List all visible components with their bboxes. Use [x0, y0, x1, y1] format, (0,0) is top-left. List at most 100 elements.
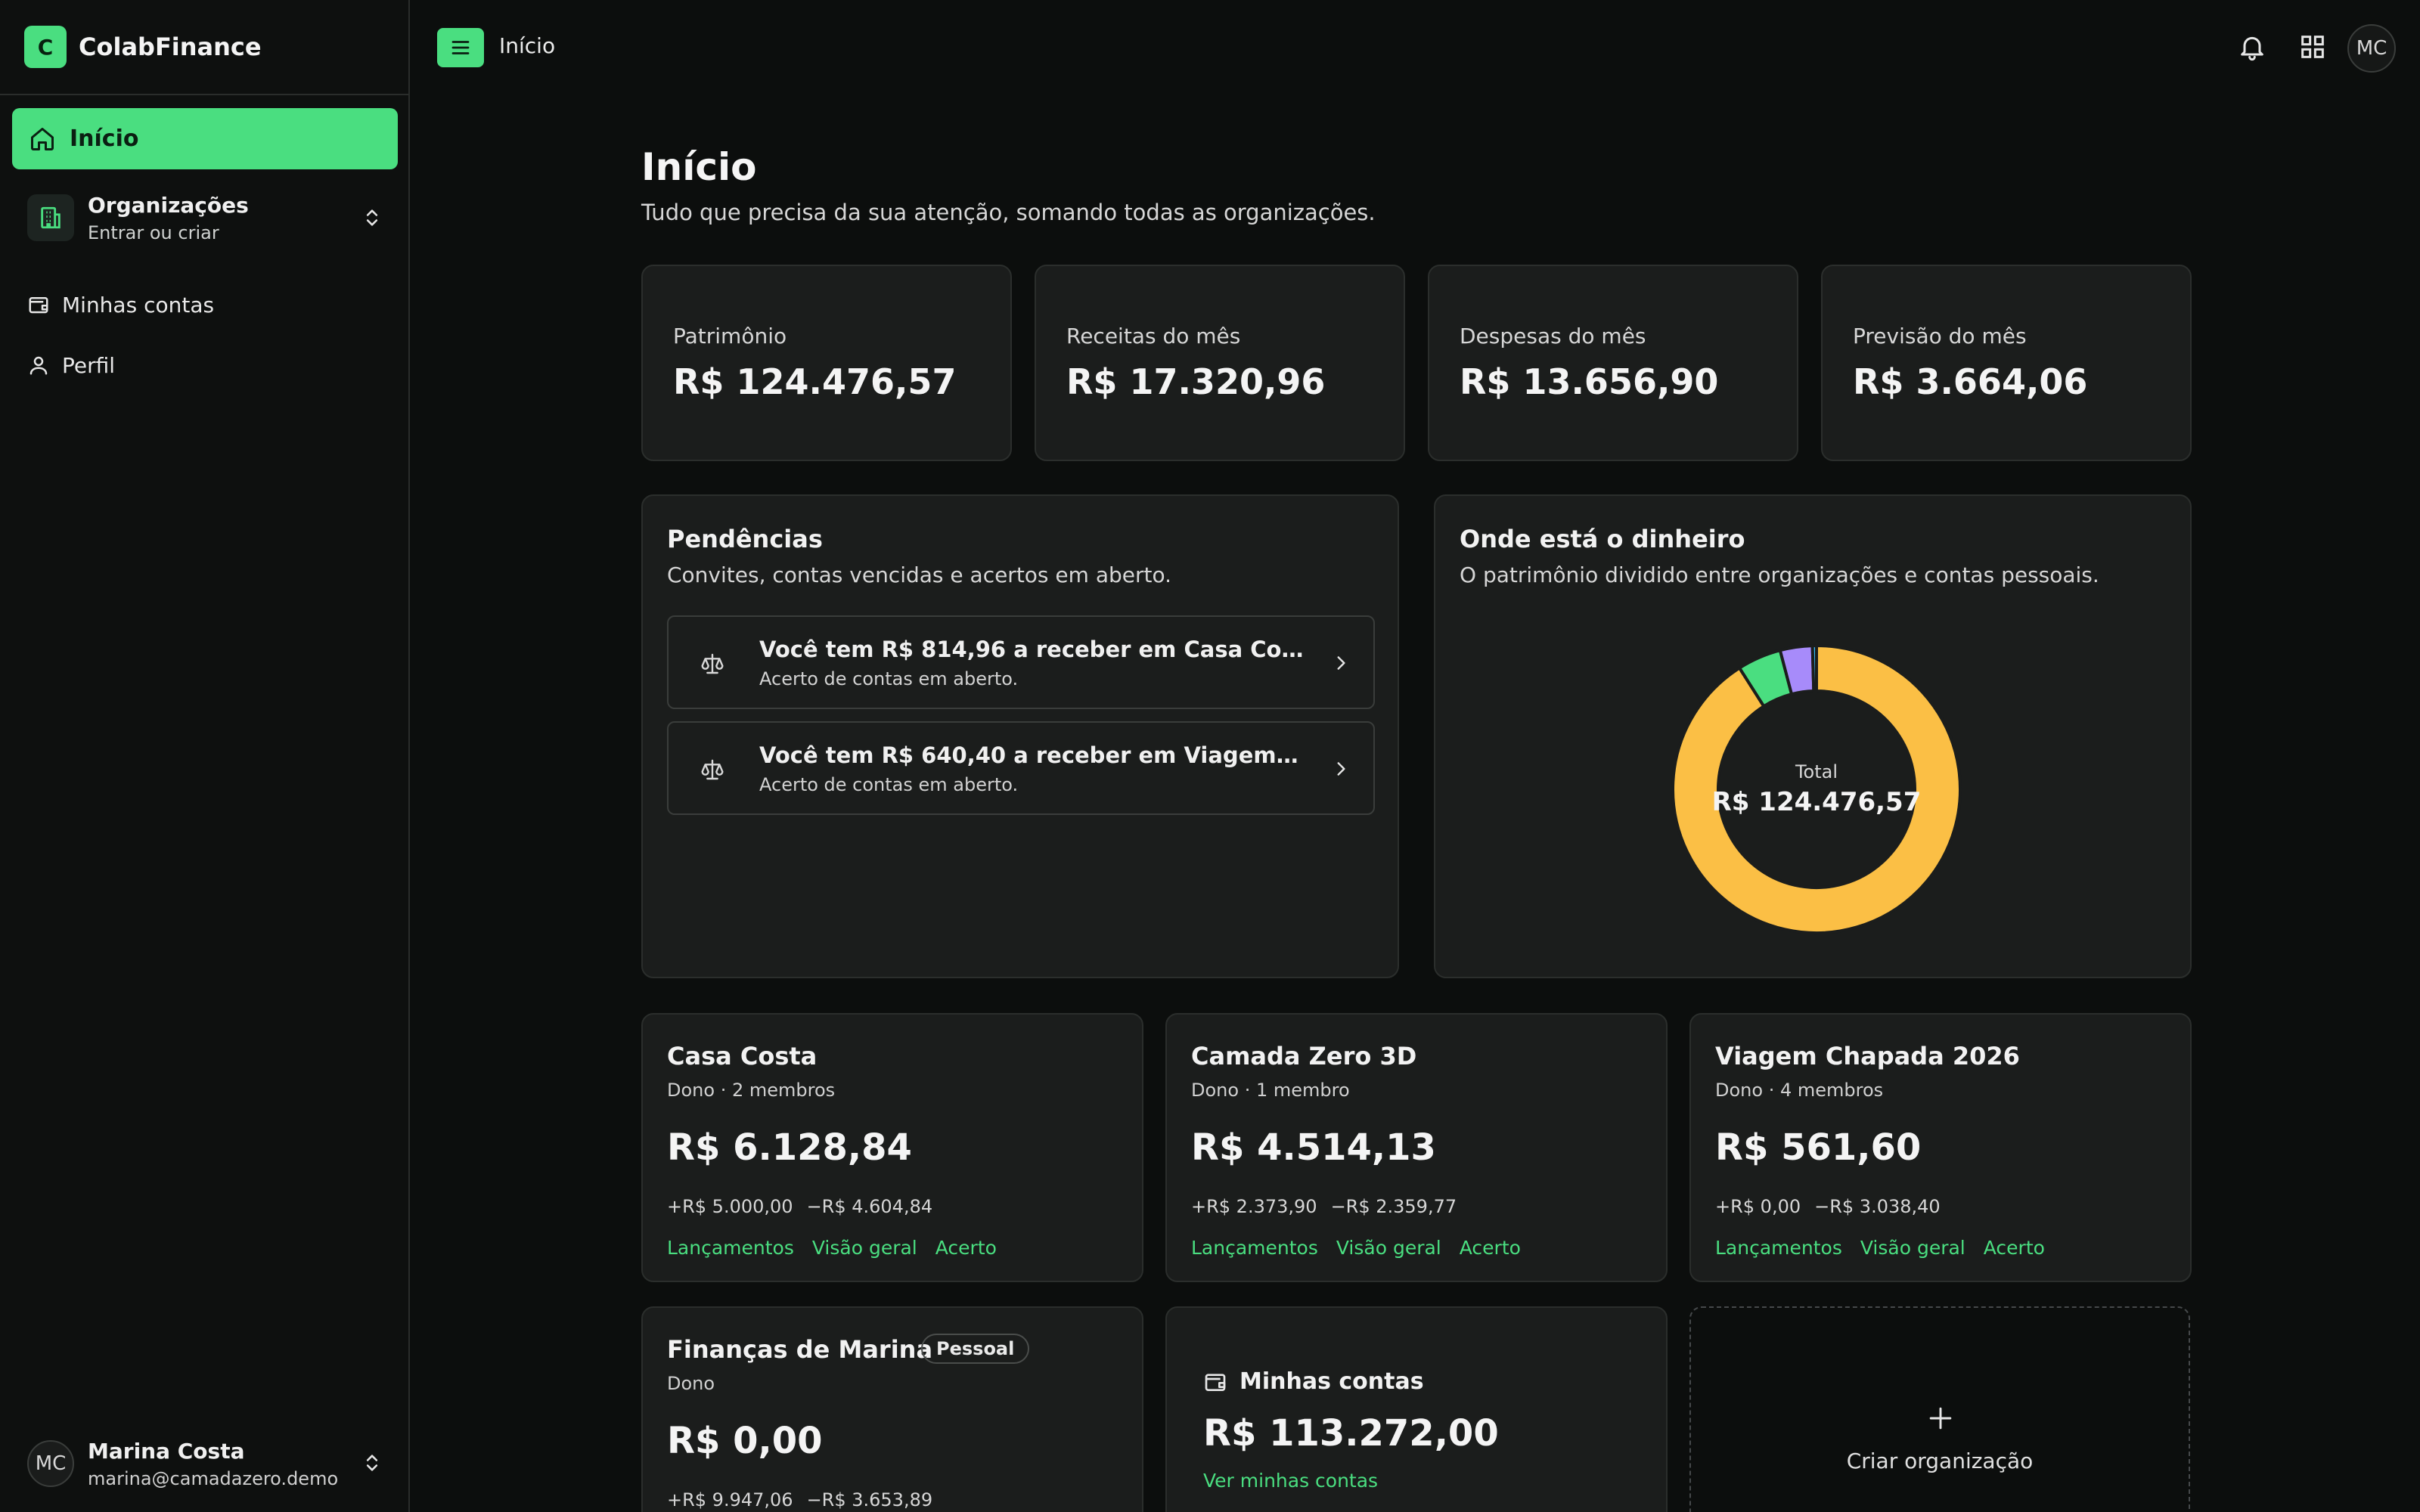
bell-icon[interactable]: [2237, 30, 2267, 64]
money-distribution-panel: Onde está o dinheiro O patrimônio dividi…: [1434, 494, 2192, 978]
org-role: Dono · 4 membros: [1715, 1080, 1884, 1101]
personal-badge: Pessoal: [921, 1334, 1030, 1364]
org-links: Lançamentos Visão geral Acerto: [667, 1237, 1015, 1259]
chevrons-up-down-icon: [361, 1451, 383, 1475]
stat-value: R$ 124.476,57: [673, 361, 957, 402]
stat-label: Patrimônio: [673, 324, 787, 349]
avatar: MC: [27, 1440, 74, 1487]
pending-item-title: Você tem R$ 814,96 a receber em Casa Cos…: [759, 637, 1304, 662]
org-name: Finanças de Marina: [667, 1335, 933, 1364]
entries-link[interactable]: Lançamentos: [667, 1237, 794, 1259]
org-expense: −R$ 3.653,89: [806, 1489, 933, 1510]
menu-icon: [449, 36, 472, 59]
settle-link[interactable]: Acerto: [935, 1237, 997, 1259]
user-menu[interactable]: MC Marina Costa marina@camadazero.demo: [27, 1433, 390, 1495]
org-balance: R$ 561,60: [1715, 1126, 1922, 1169]
section-title: Onde está o dinheiro: [1460, 525, 1745, 553]
my-accounts-value: R$ 113.272,00: [1203, 1412, 1499, 1455]
entries-link[interactable]: Lançamentos: [1191, 1237, 1318, 1259]
stat-card-patrimonio: Patrimônio R$ 124.476,57: [641, 265, 1012, 461]
chevron-right-icon: [1331, 653, 1351, 673]
my-accounts-title: Minhas contas: [1239, 1368, 1424, 1395]
org-balance: R$ 0,00: [667, 1420, 823, 1462]
sidebar-toggle-button[interactable]: [437, 28, 484, 67]
org-role: Dono: [667, 1373, 715, 1394]
org-card-financas-marina[interactable]: Finanças de Marina Pessoal Dono R$ 0,00 …: [641, 1306, 1143, 1512]
org-expense: −R$ 2.359,77: [1330, 1196, 1457, 1217]
org-income: +R$ 9.947,06: [667, 1489, 793, 1510]
org-role: Dono · 1 membro: [1191, 1080, 1350, 1101]
chevron-right-icon: [1331, 759, 1351, 779]
pending-panel: Pendências Convites, contas vencidas e a…: [641, 494, 1399, 978]
org-links: Lançamentos Visão geral Acerto: [1191, 1237, 1539, 1259]
page-title: Início: [641, 145, 757, 189]
pending-item[interactable]: Você tem R$ 640,40 a receber em Viagem C…: [667, 721, 1375, 815]
section-subtitle: Convites, contas vencidas e acertos em a…: [667, 562, 1172, 587]
org-flows: +R$ 9.947,06 −R$ 3.653,89: [667, 1489, 946, 1510]
overview-link[interactable]: Visão geral: [1860, 1237, 1965, 1259]
sidebar-item-label: Minhas contas: [62, 292, 215, 318]
org-name: Camada Zero 3D: [1191, 1042, 1417, 1070]
pending-item[interactable]: Você tem R$ 814,96 a receber em Casa Cos…: [667, 615, 1375, 709]
org-expense: −R$ 4.604,84: [806, 1196, 933, 1217]
donut-chart: Total R$ 124.476,57: [1665, 638, 1968, 940]
sidebar: C ColabFinance Início Organizações Entra…: [0, 0, 410, 1512]
stat-label: Receitas do mês: [1066, 324, 1241, 349]
top-bar: Início MC: [411, 0, 2420, 95]
org-role: Dono · 2 membros: [667, 1080, 836, 1101]
org-links: Lançamentos Visão geral Acerto: [1715, 1237, 2063, 1259]
pending-item-subtitle: Acerto de contas em aberto.: [759, 774, 1019, 795]
org-flows: +R$ 5.000,00 −R$ 4.604,84: [667, 1196, 946, 1217]
sidebar-item-label: Início: [70, 125, 139, 152]
org-balance: R$ 4.514,13: [1191, 1126, 1436, 1169]
org-balance: R$ 6.128,84: [667, 1126, 912, 1169]
overview-link[interactable]: Visão geral: [812, 1237, 917, 1259]
org-card-viagem-chapada[interactable]: Viagem Chapada 2026 Dono · 4 membros R$ …: [1689, 1013, 2192, 1282]
settle-link[interactable]: Acerto: [1460, 1237, 1521, 1259]
org-income: +R$ 5.000,00: [667, 1196, 793, 1217]
stat-value: R$ 3.664,06: [1853, 361, 2088, 402]
create-organization-button[interactable]: Criar organização: [1689, 1306, 2190, 1512]
sidebar-item-home[interactable]: Início: [12, 108, 398, 169]
org-name: Casa Costa: [667, 1042, 818, 1070]
user-name: Marina Costa: [88, 1438, 245, 1464]
brand[interactable]: C ColabFinance: [0, 0, 408, 95]
user-icon: [27, 354, 50, 376]
create-organization-label: Criar organização: [1846, 1448, 2034, 1473]
org-expense: −R$ 3.038,40: [1814, 1196, 1941, 1217]
view-accounts-link[interactable]: Ver minhas contas: [1203, 1470, 1378, 1492]
org-income: +R$ 2.373,90: [1191, 1196, 1317, 1217]
scale-icon: [700, 758, 724, 782]
home-icon: [29, 125, 56, 153]
org-flows: +R$ 2.373,90 −R$ 2.359,77: [1191, 1196, 1470, 1217]
org-name: Viagem Chapada 2026: [1715, 1042, 2020, 1070]
stat-value: R$ 17.320,96: [1066, 361, 1326, 402]
sidebar-item-minhas-contas[interactable]: Minhas contas: [27, 286, 214, 324]
plus-icon: [1924, 1402, 1957, 1435]
org-card-casa-costa[interactable]: Casa Costa Dono · 2 membros R$ 6.128,84 …: [641, 1013, 1143, 1282]
stat-card-despesas: Despesas do mês R$ 13.656,90: [1428, 265, 1798, 461]
entries-link[interactable]: Lançamentos: [1715, 1237, 1842, 1259]
overview-link[interactable]: Visão geral: [1336, 1237, 1441, 1259]
org-flows: +R$ 0,00 −R$ 3.038,40: [1715, 1196, 1954, 1217]
breadcrumb: Início: [499, 33, 556, 58]
grid-icon[interactable]: [2297, 30, 2328, 64]
org-switcher-title: Organizações: [88, 192, 249, 218]
building-icon: [27, 194, 74, 241]
section-subtitle: O patrimônio dividido entre organizações…: [1460, 562, 2099, 587]
chevrons-up-down-icon: [361, 206, 383, 230]
user-email: marina@camadazero.demo: [88, 1467, 339, 1489]
app-name: ColabFinance: [79, 33, 262, 61]
pending-item-title: Você tem R$ 640,40 a receber em Viagem C…: [759, 742, 1304, 768]
stat-label: Previsão do mês: [1853, 324, 2027, 349]
wallet-icon: [1203, 1370, 1227, 1394]
wallet-icon: [27, 293, 50, 316]
donut-total-label: Total: [1795, 761, 1838, 782]
sidebar-item-perfil[interactable]: Perfil: [27, 346, 115, 384]
stat-value: R$ 13.656,90: [1460, 361, 1719, 402]
my-accounts-card[interactable]: Minhas contas R$ 113.272,00 Ver minhas c…: [1165, 1306, 1668, 1512]
organization-switcher[interactable]: Organizações Entrar ou criar: [27, 189, 390, 246]
org-card-camada-zero-3d[interactable]: Camada Zero 3D Dono · 1 membro R$ 4.514,…: [1165, 1013, 1668, 1282]
avatar[interactable]: MC: [2347, 24, 2396, 73]
settle-link[interactable]: Acerto: [1984, 1237, 2045, 1259]
